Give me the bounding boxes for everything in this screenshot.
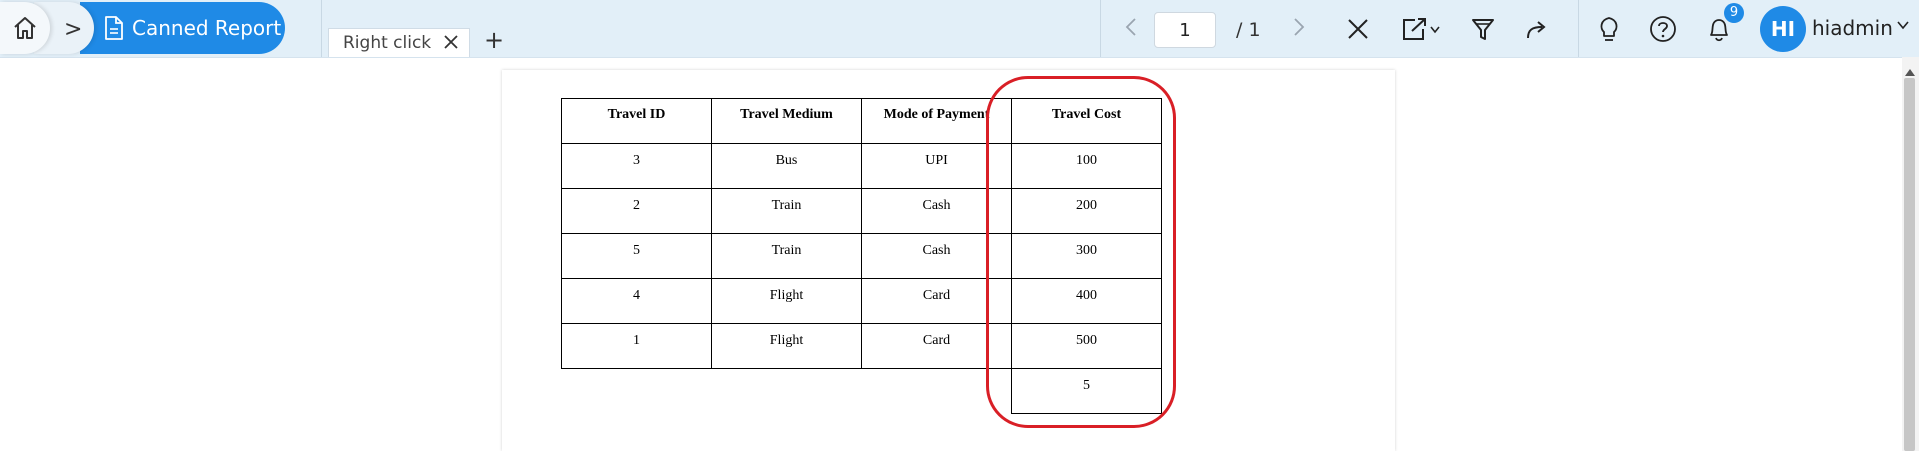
table-cell[interactable]: Flight xyxy=(711,323,862,369)
filter-icon xyxy=(1472,19,1494,40)
share-icon xyxy=(1527,21,1546,39)
scrollbar-thumb[interactable] xyxy=(1904,78,1915,451)
table-cell[interactable]: 2 xyxy=(561,188,712,234)
tab-right-click[interactable]: Right click xyxy=(328,28,470,57)
table-cell[interactable]: Flight xyxy=(711,278,862,324)
highlight-annotation xyxy=(986,76,1176,428)
chevron-down-icon[interactable] xyxy=(1896,17,1910,36)
chevron-left-icon xyxy=(1125,18,1136,36)
next-page-button[interactable] xyxy=(1292,16,1306,44)
help-icon xyxy=(1650,16,1676,42)
add-tab-button[interactable]: + xyxy=(484,26,504,54)
home-button[interactable] xyxy=(0,2,50,54)
divider xyxy=(321,0,322,57)
filter-button[interactable] xyxy=(1468,14,1498,44)
export-icon xyxy=(1403,18,1440,40)
report-page: Travel ID Travel Medium Mode of Payment … xyxy=(502,70,1395,451)
table-cell[interactable]: Train xyxy=(711,188,862,234)
close-report-button[interactable] xyxy=(1343,14,1373,44)
divider xyxy=(1578,0,1579,57)
avatar[interactable]: HI xyxy=(1760,6,1806,52)
close-icon xyxy=(1348,19,1368,39)
breadcrumb-canned-report[interactable]: Canned Report xyxy=(80,2,285,54)
home-icon xyxy=(14,17,36,39)
table-cell[interactable]: Bus xyxy=(711,143,862,189)
column-header-travel-medium[interactable]: Travel Medium xyxy=(711,98,862,144)
empty-cell xyxy=(712,369,862,414)
username[interactable]: hiadmin xyxy=(1812,16,1893,40)
table-cell[interactable]: 3 xyxy=(561,143,712,189)
empty-cell xyxy=(562,369,712,414)
table-cell[interactable]: Train xyxy=(711,233,862,279)
column-header-travel-id[interactable]: Travel ID xyxy=(561,98,712,144)
close-tab-icon[interactable] xyxy=(443,34,459,55)
table-cell[interactable]: 5 xyxy=(561,233,712,279)
chevron-right-icon: > xyxy=(64,17,83,42)
share-button[interactable] xyxy=(1522,14,1552,44)
page-number-input[interactable]: 1 xyxy=(1154,12,1216,48)
bulb-icon xyxy=(1600,17,1618,41)
insights-button[interactable] xyxy=(1594,14,1624,44)
page-total: / 1 xyxy=(1236,19,1261,41)
help-button[interactable] xyxy=(1648,14,1678,44)
divider xyxy=(1100,0,1101,57)
notification-badge: 9 xyxy=(1724,3,1744,23)
prev-page-button[interactable] xyxy=(1124,16,1138,44)
document-icon xyxy=(105,16,123,40)
tab-label: Right click xyxy=(343,33,432,53)
top-bar: > Canned Report Right click + 1 / 1 9 HI… xyxy=(0,0,1919,58)
table-cell[interactable]: 4 xyxy=(561,278,712,324)
export-button[interactable] xyxy=(1400,14,1444,44)
breadcrumb-label: Canned Report xyxy=(132,16,282,40)
table-cell[interactable]: 1 xyxy=(561,323,712,369)
chevron-right-icon xyxy=(1294,18,1305,36)
